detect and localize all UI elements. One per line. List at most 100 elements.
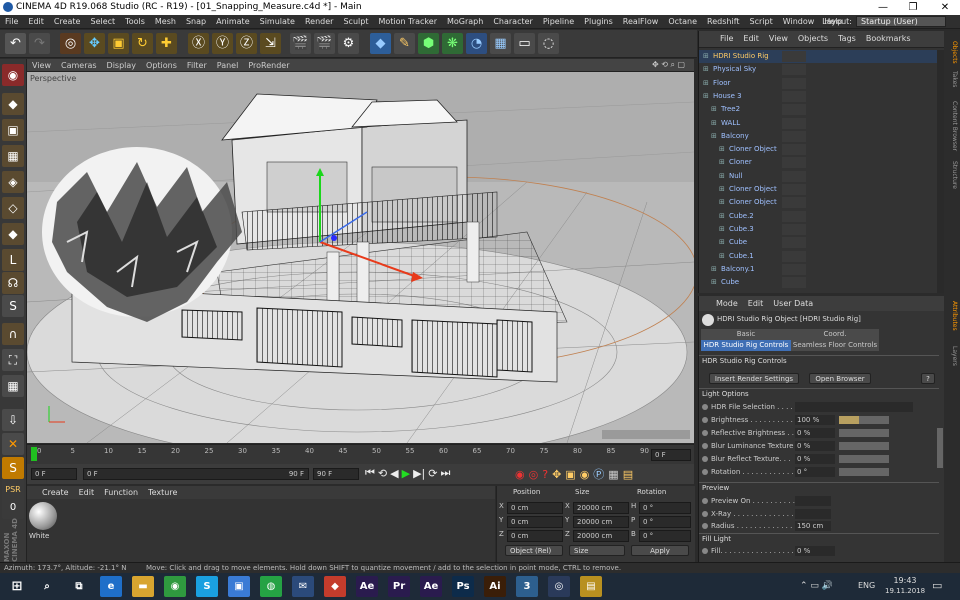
visibility-icon[interactable] — [782, 144, 806, 156]
attribute-menu-mode[interactable]: Mode — [711, 297, 743, 311]
attribute-scrollbar[interactable] — [937, 428, 943, 468]
size-z-field[interactable]: 20000 cm — [573, 530, 629, 542]
visibility-icon[interactable] — [782, 250, 806, 262]
object-row[interactable]: ⊞ Physical Sky — [699, 63, 945, 76]
x-particles-icon[interactable]: ✕ — [2, 433, 24, 455]
enable-axis-icon[interactable]: L — [2, 249, 24, 271]
cinema4d-icon[interactable]: ◎ — [548, 576, 570, 597]
redo-icon[interactable]: ↷ — [29, 33, 50, 54]
object-menu-bookmarks[interactable]: Bookmarks — [861, 32, 916, 46]
open-browser-button[interactable]: Open Browser — [809, 373, 871, 384]
y-axis-icon[interactable]: Ⓨ — [212, 33, 233, 54]
property-animate-icon[interactable] — [702, 404, 708, 410]
cube-icon[interactable]: ◆ — [370, 33, 391, 54]
object-row[interactable]: ⊞ Cloner — [699, 156, 945, 169]
property-animate-icon[interactable] — [702, 443, 708, 449]
undo-icon[interactable]: ↶ — [5, 33, 26, 54]
position-y-field[interactable]: 0 cm — [507, 516, 563, 528]
pla-key-icon[interactable]: ▦ — [608, 468, 618, 481]
property-row[interactable]: Blur Reflect Texture. . . 0 % — [699, 453, 939, 465]
menu-animate[interactable]: Animate — [211, 15, 255, 29]
next-key-icon[interactable]: ⟳ — [428, 467, 437, 480]
scale-icon[interactable]: ▣ — [108, 33, 129, 54]
x-axis-icon[interactable]: Ⓧ — [188, 33, 209, 54]
visibility-icon[interactable] — [782, 263, 806, 275]
polygons-mode-icon[interactable]: ◆ — [2, 223, 24, 245]
material-preview-icon[interactable] — [29, 502, 57, 530]
timeline-window-icon[interactable]: ▤ — [623, 468, 633, 481]
object-name[interactable]: Cloner Object — [729, 183, 777, 196]
object-name[interactable]: Null — [729, 170, 743, 183]
menu-pipeline[interactable]: Pipeline — [538, 15, 579, 29]
tweak-icon[interactable]: ☊ — [2, 272, 24, 294]
object-name[interactable]: Cloner — [729, 156, 752, 169]
start-frame-field[interactable]: 0 F — [31, 468, 77, 480]
material-menu-create[interactable]: Create — [37, 486, 74, 499]
hierarchy-toggle-icon[interactable]: ⊞ — [703, 63, 709, 76]
menu-script[interactable]: Script — [745, 15, 778, 29]
edges-mode-icon[interactable]: ◇ — [2, 197, 24, 219]
render-picture-viewer-icon[interactable]: 🎬 — [314, 33, 335, 54]
texture-mode-icon[interactable]: ▣ — [2, 119, 24, 141]
material-name[interactable]: White — [29, 532, 49, 540]
menu-create[interactable]: Create — [49, 15, 86, 29]
floor-icon[interactable]: ▦ — [490, 33, 511, 54]
fill-property-row[interactable]: Fill. . . . . . . . . . . . . . . . . .0… — [699, 545, 939, 557]
hierarchy-toggle-icon[interactable]: ⊞ — [719, 196, 725, 209]
property-value[interactable] — [795, 402, 913, 412]
property-row[interactable]: Reflective Brightness . .0 % — [699, 427, 939, 439]
menu-plugins[interactable]: Plugins — [579, 15, 618, 29]
object-name[interactable]: Balcony.1 — [721, 263, 754, 276]
side-tab-attributes[interactable]: Attributes — [946, 301, 958, 331]
visibility-icon[interactable] — [782, 223, 806, 235]
property-slider[interactable] — [839, 455, 889, 463]
object-row[interactable]: ⊞ Tree2 — [699, 103, 945, 116]
visibility-icon[interactable] — [782, 104, 806, 116]
object-name[interactable]: Physical Sky — [713, 63, 756, 76]
property-slider[interactable] — [839, 429, 889, 437]
property-animate-icon[interactable] — [702, 498, 708, 504]
hierarchy-toggle-icon[interactable]: ⊞ — [711, 276, 717, 289]
mail-icon[interactable]: ✉ — [292, 576, 314, 597]
subdivision-icon[interactable]: ⬢ — [418, 33, 439, 54]
system-tray-icons[interactable]: ⌃ ▭ 🔊 — [800, 581, 833, 591]
premiere-icon[interactable]: Pr — [388, 576, 410, 597]
coord-size-dropdown[interactable]: Size — [569, 545, 625, 556]
menu-file[interactable]: File — [0, 15, 23, 29]
locked-workplane-icon[interactable]: ⛶ — [2, 349, 24, 371]
rotate-icon[interactable]: ↻ — [132, 33, 153, 54]
menu-render[interactable]: Render — [300, 15, 338, 29]
object-menu-objects[interactable]: Objects — [793, 32, 833, 46]
move-icon[interactable]: ✥ — [84, 33, 105, 54]
scale-key-icon[interactable]: ▣ — [565, 468, 575, 481]
menu-sculpt[interactable]: Sculpt — [338, 15, 373, 29]
whatsapp-icon[interactable]: ◍ — [260, 576, 282, 597]
material-menu-texture[interactable]: Texture — [143, 486, 182, 499]
property-slider[interactable] — [839, 468, 889, 476]
end-frame-field[interactable]: 90 F — [313, 468, 359, 480]
clock-date[interactable]: 19.11.2018 — [885, 587, 925, 595]
visibility-icon[interactable] — [782, 210, 806, 222]
viewport-menu-cameras[interactable]: Cameras — [56, 59, 102, 72]
object-menu-edit[interactable]: Edit — [738, 32, 764, 46]
timeline-end-field[interactable]: 0 F — [651, 449, 691, 461]
viewport-menu-options[interactable]: Options — [141, 59, 182, 72]
property-row[interactable]: Brightness . . . . . . . . . . . 100 % — [699, 414, 939, 426]
keyframe-selection-icon[interactable]: ? — [542, 468, 548, 481]
visibility-icon[interactable] — [782, 170, 806, 182]
object-menu-file[interactable]: File — [715, 32, 738, 46]
visibility-icon[interactable] — [782, 197, 806, 209]
material-menu-edit[interactable]: Edit — [74, 486, 100, 499]
property-row[interactable]: Rotation . . . . . . . . . . . .0 ° — [699, 466, 939, 478]
layout-dropdown[interactable]: Startup (User) — [856, 16, 946, 27]
property-animate-icon[interactable] — [702, 456, 708, 462]
visibility-icon[interactable] — [782, 277, 806, 289]
recent-tools-icon[interactable]: ✚ — [156, 33, 177, 54]
property-value[interactable]: 0 % — [795, 441, 835, 451]
property-row[interactable]: Blur Luminance Texture 0 % — [699, 440, 939, 452]
object-row[interactable]: ⊞ Cube.1 — [699, 250, 945, 263]
viewport-menu-view[interactable]: View — [27, 59, 56, 72]
object-row[interactable]: ⊞ House 3 — [699, 90, 945, 103]
hierarchy-toggle-icon[interactable]: ⊞ — [719, 183, 725, 196]
app-icon[interactable]: ◆ — [324, 576, 346, 597]
